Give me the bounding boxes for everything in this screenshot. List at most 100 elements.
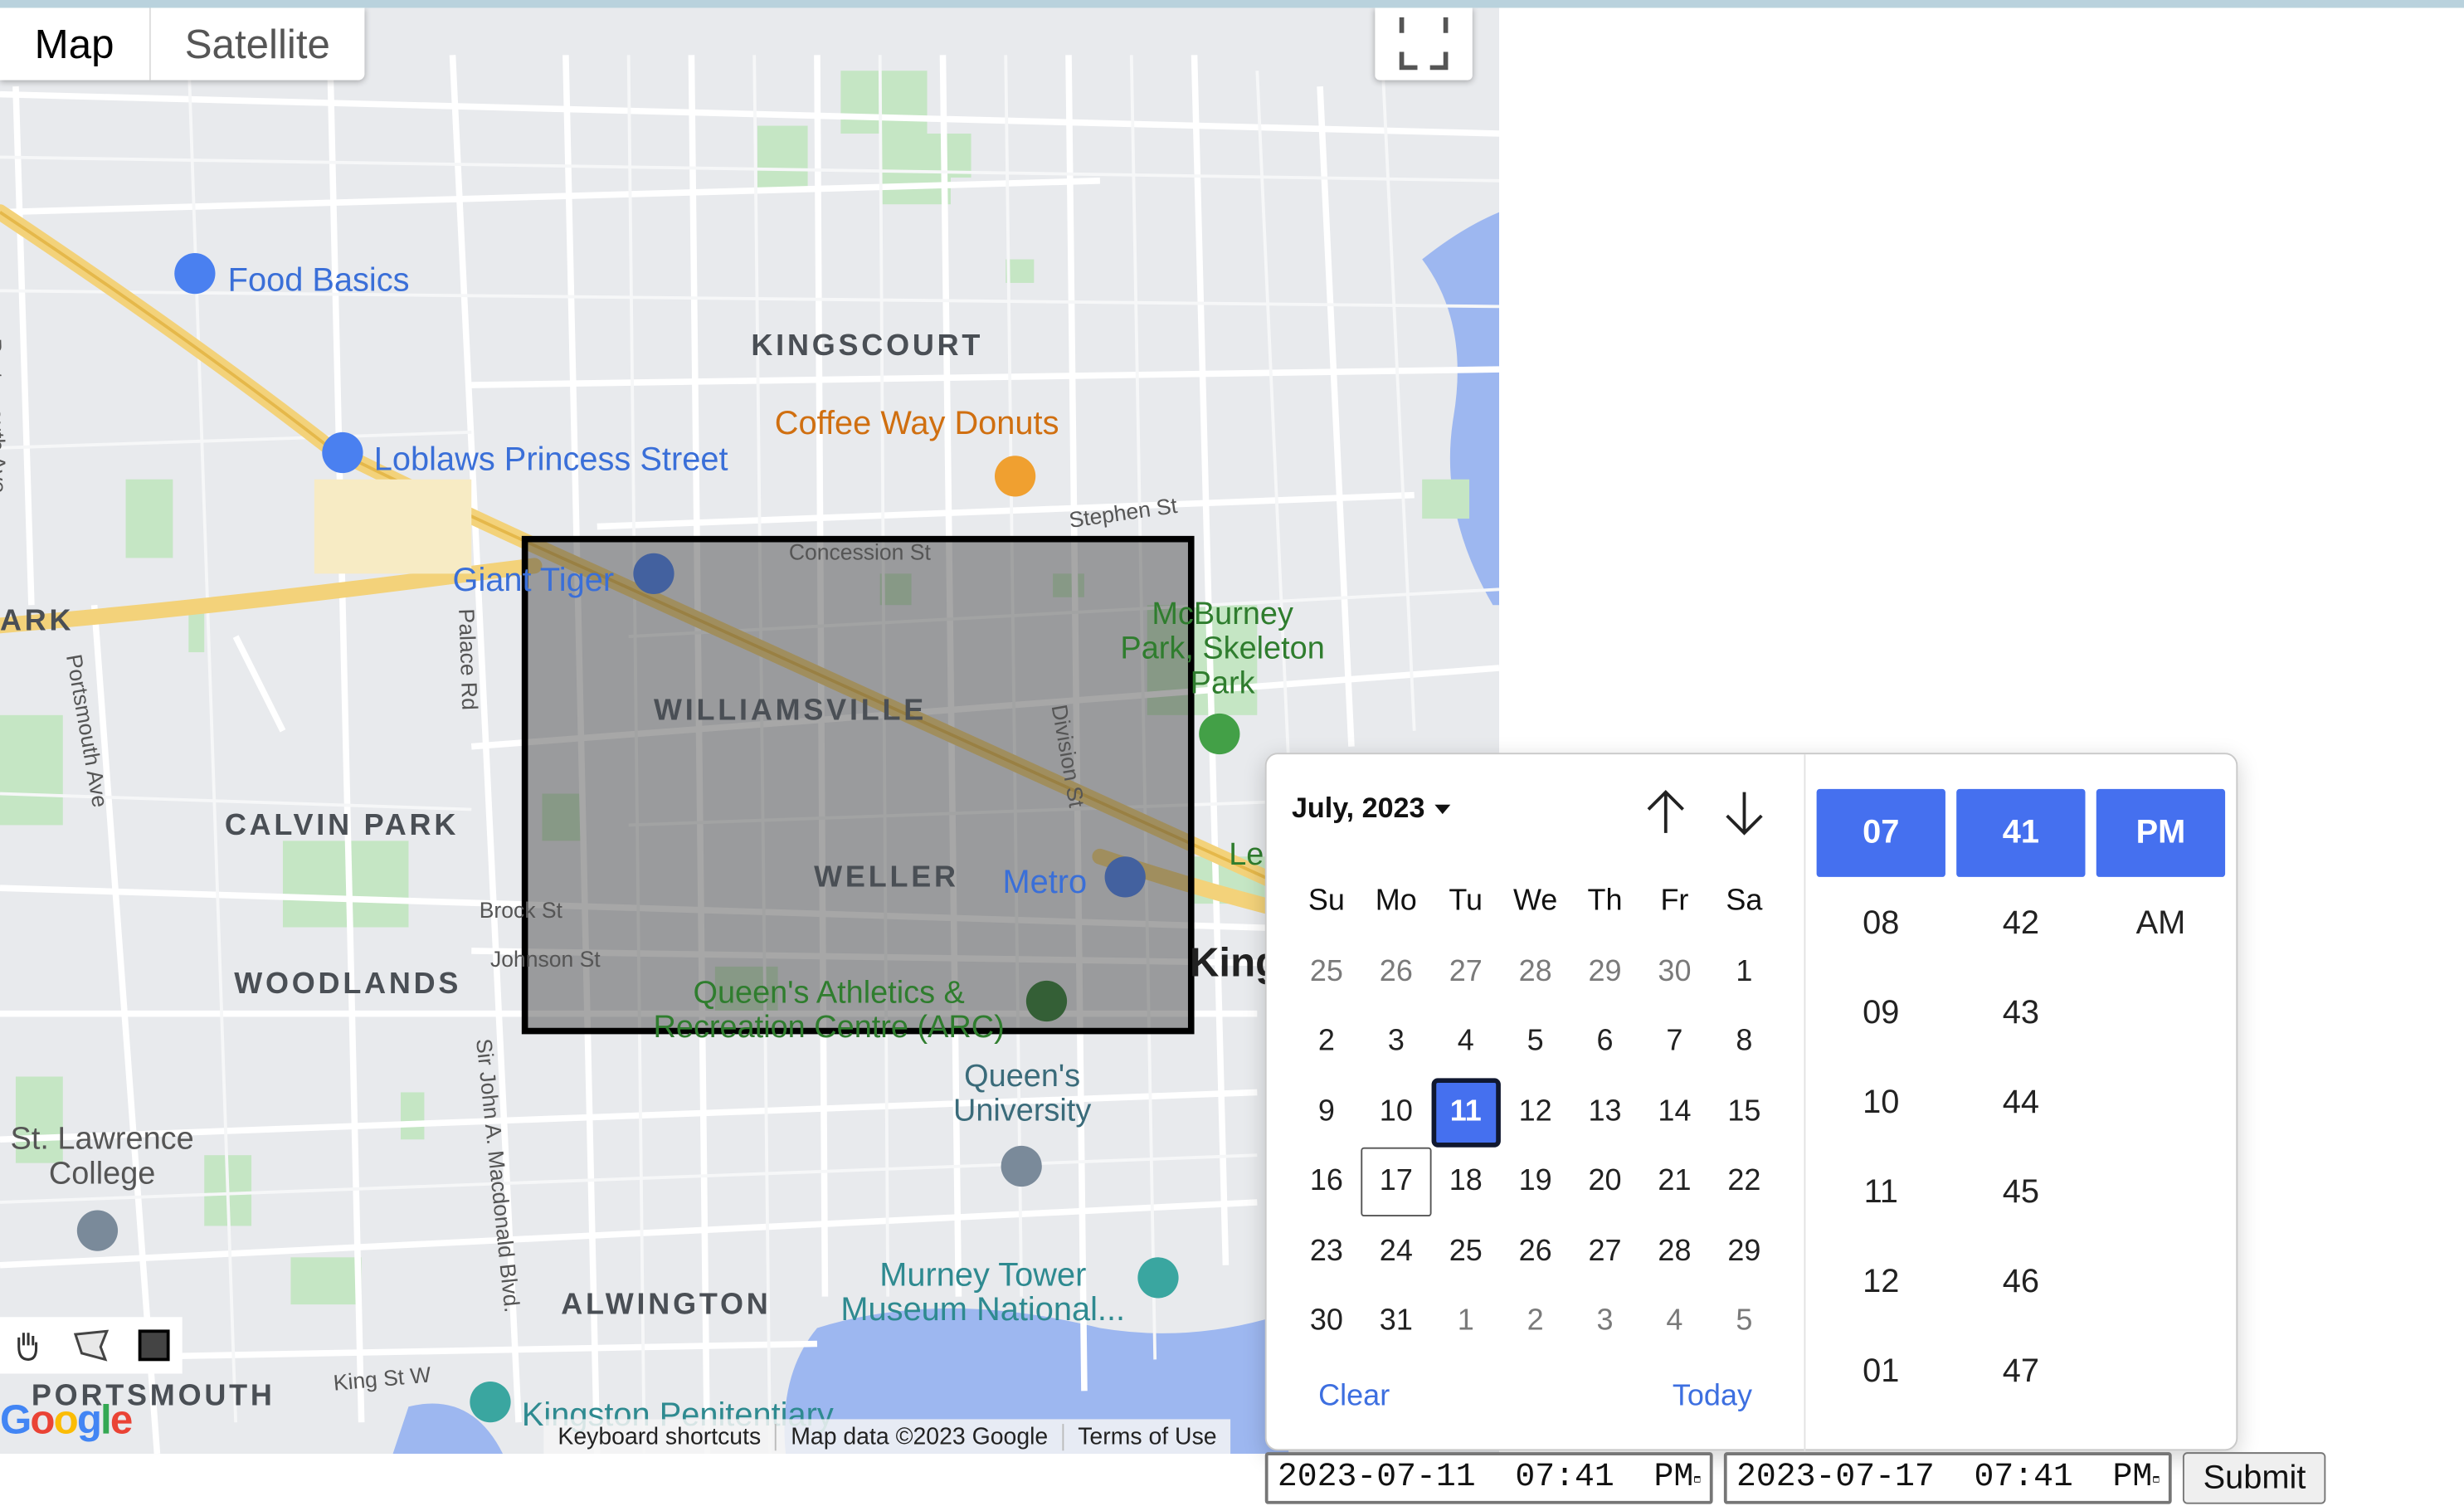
rectangle-tool-button[interactable]	[126, 1317, 183, 1373]
calendar-day[interactable]: 3	[1570, 1288, 1640, 1357]
calendar-day[interactable]: 29	[1709, 1217, 1779, 1286]
selection-rectangle[interactable]	[521, 535, 1195, 1035]
calendar-day[interactable]: 26	[1361, 938, 1431, 1006]
meridiem-option[interactable]: PM	[2096, 788, 2226, 877]
minute-option[interactable]: 47	[1956, 1327, 2085, 1416]
hour-option[interactable]: 07	[1816, 788, 1945, 877]
calendar-day[interactable]: 13	[1570, 1078, 1640, 1147]
poi-label[interactable]: McBurney Park, Skeleton Park	[1113, 597, 1332, 701]
keyboard-shortcuts-link[interactable]: Keyboard shortcuts	[543, 1423, 777, 1450]
calendar-day[interactable]: 11	[1430, 1077, 1501, 1148]
calendar-day[interactable]: 12	[1501, 1078, 1570, 1147]
calendar-day[interactable]: 16	[1292, 1148, 1361, 1216]
hour-option[interactable]: 11	[1817, 1148, 1945, 1237]
calendar-day[interactable]: 8	[1709, 1008, 1779, 1077]
calendar-day[interactable]: 1	[1431, 1288, 1501, 1357]
today-button[interactable]: Today	[1673, 1380, 1752, 1415]
calendar-day[interactable]: 14	[1639, 1078, 1709, 1147]
meridiem-option[interactable]: AM	[2096, 879, 2225, 968]
calendar-day[interactable]: 4	[1639, 1288, 1709, 1357]
minute-option[interactable]: 45	[1956, 1148, 2085, 1237]
poi-label[interactable]: Queen's Athletics & Recreation Centre (A…	[636, 976, 1021, 1045]
calendar-day[interactable]: 9	[1292, 1078, 1361, 1147]
end-datetime-input[interactable]: 2023-07-17 07:41 PM	[1723, 1452, 2172, 1504]
calendar-day[interactable]: 3	[1361, 1008, 1431, 1077]
minute-option[interactable]: 42	[1956, 879, 2085, 968]
fullscreen-button[interactable]	[1375, 7, 1473, 80]
minute-option[interactable]: 46	[1956, 1237, 2085, 1327]
weekday-label: We	[1512, 885, 1558, 919]
calendar-day[interactable]: 22	[1709, 1148, 1779, 1216]
calendar-day[interactable]: 7	[1639, 1008, 1709, 1077]
calendar-day[interactable]: 10	[1361, 1078, 1431, 1147]
previous-month-button[interactable]	[1639, 786, 1692, 839]
poi-label[interactable]: St. Lawrence College	[0, 1122, 204, 1191]
terms-of-use-link[interactable]: Terms of Use	[1064, 1423, 1230, 1450]
calendar-day[interactable]: 27	[1431, 938, 1501, 1006]
calendar-day[interactable]: 24	[1361, 1217, 1431, 1286]
minute-option[interactable]: 43	[1956, 968, 2085, 1058]
poi-label[interactable]: Food Basics	[228, 262, 410, 300]
calendar-day[interactable]: 1	[1709, 938, 1779, 1006]
hand-tool-button[interactable]	[0, 1317, 56, 1373]
weekday-label: Th	[1587, 885, 1623, 919]
calendar-day[interactable]: 18	[1431, 1148, 1501, 1216]
neighborhood-label: CALVIN PARK	[224, 809, 460, 843]
hour-option[interactable]: 01	[1817, 1327, 1945, 1416]
hour-option[interactable]: 12	[1817, 1237, 1945, 1327]
map-attribution: Keyboard shortcuts Map data ©2023 Google…	[543, 1419, 1231, 1455]
calendar-day[interactable]: 29	[1570, 938, 1640, 1006]
rectangle-icon	[138, 1329, 170, 1362]
calendar-day[interactable]: 4	[1431, 1008, 1501, 1077]
street-label: Brock St	[479, 897, 562, 923]
calendar-day[interactable]: 28	[1501, 938, 1570, 1006]
poi-label[interactable]: Coffee Way Donuts	[775, 406, 1059, 443]
arrow-down-icon	[1726, 792, 1763, 836]
calendar-day[interactable]: 19	[1501, 1148, 1570, 1216]
start-datetime-input[interactable]: 2023-07-11 07:41 PM	[1264, 1452, 1713, 1504]
minute-option[interactable]: 41	[1956, 788, 2086, 877]
calendar-day[interactable]: 17	[1361, 1148, 1431, 1217]
minute-option[interactable]: 44	[1956, 1058, 2085, 1148]
calendar-day[interactable]: 31	[1361, 1288, 1431, 1357]
poi-label[interactable]: Murney Tower Museum National...	[830, 1258, 1136, 1328]
calendar-day[interactable]: 23	[1292, 1217, 1361, 1286]
calendar-day[interactable]: 20	[1570, 1148, 1640, 1216]
poi-label[interactable]: Metro	[1002, 865, 1087, 902]
date-range-form: 2023-07-11 07:41 PM 2023-07-17 07:41 PM …	[1264, 1452, 2326, 1504]
weekday-label: Tu	[1449, 885, 1483, 919]
map-type-map-button[interactable]: Map	[0, 7, 151, 80]
poi-label[interactable]: Loblaws Princess Street	[374, 441, 728, 479]
polygon-tool-button[interactable]	[63, 1317, 119, 1373]
neighborhood-label: WELLER	[814, 860, 959, 894]
calendar-day[interactable]: 25	[1431, 1217, 1501, 1286]
calendar-day[interactable]: 5	[1501, 1008, 1570, 1077]
calendar-icon[interactable]	[1693, 1462, 1701, 1494]
calendar-icon[interactable]	[2152, 1462, 2160, 1494]
poi-label[interactable]: Giant Tiger	[453, 563, 615, 600]
calendar-week-row: 9 10 11 12 13 14 15	[1292, 1077, 1791, 1148]
calendar-day[interactable]: 21	[1639, 1148, 1709, 1216]
month-year-selector[interactable]: July, 2023	[1292, 792, 1450, 826]
clear-button[interactable]: Clear	[1318, 1380, 1390, 1415]
hour-option[interactable]: 09	[1817, 968, 1945, 1058]
calendar-day[interactable]: 28	[1639, 1217, 1709, 1286]
calendar-day[interactable]: 30	[1292, 1288, 1361, 1357]
calendar-day[interactable]: 2	[1292, 1008, 1361, 1077]
calendar-day[interactable]: 15	[1709, 1078, 1779, 1147]
next-month-button[interactable]	[1717, 786, 1770, 839]
month-year-label: July, 2023	[1291, 792, 1425, 824]
map-type-satellite-button[interactable]: Satellite	[150, 7, 365, 80]
hour-option[interactable]: 10	[1817, 1058, 1945, 1148]
hour-option[interactable]: 08	[1817, 879, 1945, 968]
calendar-day[interactable]: 5	[1709, 1288, 1779, 1357]
calendar-day[interactable]: 25	[1292, 938, 1361, 1006]
calendar-day[interactable]: 27	[1570, 1217, 1640, 1286]
calendar-day[interactable]: 2	[1501, 1288, 1570, 1357]
submit-button[interactable]: Submit	[2182, 1452, 2326, 1504]
calendar-day[interactable]: 6	[1570, 1008, 1640, 1077]
poi-label[interactable]: Queen's University	[940, 1060, 1105, 1128]
neighborhood-label: KINGSCOURT	[751, 329, 984, 363]
calendar-day[interactable]: 26	[1501, 1217, 1570, 1286]
calendar-day[interactable]: 30	[1639, 938, 1709, 1006]
